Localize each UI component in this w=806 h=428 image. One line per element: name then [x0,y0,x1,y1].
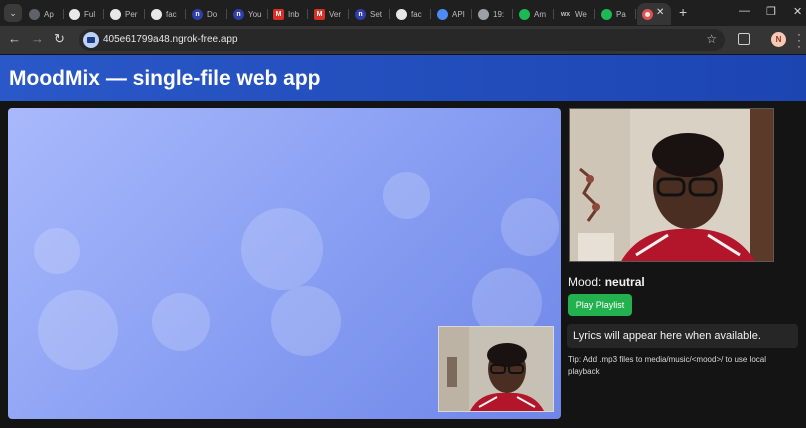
browser-tab[interactable]: Am [514,3,554,25]
browser-tab-strip: ⌄ Ap Ful Per fac n Do n You M Inb M Ver n Set… [0,0,806,26]
webcam-preview-small [438,326,554,412]
reload-icon[interactable]: ↻ [54,32,65,46]
n-icon: n [233,8,244,20]
browser-tab[interactable]: Pa [596,3,636,25]
extensions-icon[interactable] [738,33,750,45]
gmail-icon: M [273,8,284,20]
browser-tab[interactable]: n Set [350,3,390,25]
spotify-icon [519,8,530,20]
browser-tab[interactable]: n Do [187,3,227,25]
site-info-icon[interactable] [83,32,99,48]
play-playlist-button[interactable]: Play Playlist [568,294,632,316]
bubble-decoration [38,290,118,370]
forward-icon[interactable]: → [31,32,44,46]
address-bar[interactable]: 405e61799a48.ngrok-free.app ☆ [79,29,725,51]
github-icon [396,8,407,20]
lyrics-panel: Lyrics will appear here when available. [567,324,798,348]
browser-tab-active[interactable] [637,3,671,25]
bubble-decoration [271,286,341,356]
tab-search-chevron-icon[interactable]: ⌄ [4,4,22,22]
browser-tab[interactable]: API [432,3,472,25]
webcam-feed [569,108,774,262]
app-header: MoodMix — single-file web app [0,55,806,101]
spotify-icon [601,8,612,20]
person-image [570,109,773,261]
visualizer-stage [8,108,561,419]
globe-icon [29,8,40,20]
bubble-decoration [34,228,80,274]
page-title: MoodMix — single-file web app [9,67,321,90]
github-icon [69,8,80,20]
restore-icon[interactable]: ❐ [766,5,776,18]
mood-label: Mood: [568,275,602,289]
close-window-icon[interactable]: ✕ [793,5,802,18]
browser-toolbar: ← → ↻ 405e61799a48.ngrok-free.app ☆ N · ·… [0,26,806,54]
bubble-decoration [501,198,559,256]
bubble-decoration [383,172,430,219]
browser-tab[interactable]: wx We [555,3,595,25]
n-icon: n [355,8,366,20]
browser-tab[interactable]: Ap [24,3,64,25]
back-icon[interactable]: ← [8,32,21,46]
mood-value: neutral [604,275,645,289]
record-icon [642,8,653,20]
mood-display: Mood: neutral [568,275,645,289]
browser-tab[interactable]: Per [105,3,145,25]
gmail-icon: M [314,8,325,20]
new-tab-icon[interactable]: + [679,4,687,20]
bubble-decoration [241,208,323,290]
browser-tab[interactable]: fac [146,3,186,25]
person-image [439,327,553,411]
menu-icon[interactable]: · · · [797,28,801,52]
url-text: 405e61799a48.ngrok-free.app [103,34,238,45]
close-tab-icon[interactable]: ✕ [656,7,664,18]
profile-avatar[interactable]: N [771,32,786,47]
minimize-icon[interactable]: — [739,5,750,17]
bookmark-star-icon[interactable]: ☆ [706,32,717,46]
browser-tab[interactable]: n You [228,3,268,25]
browser-tab[interactable]: fac [391,3,431,25]
browser-tab[interactable]: Ful [64,3,104,25]
github-icon [110,8,121,20]
bubble-decoration [152,293,210,351]
browser-tab[interactable]: M Inb [268,3,308,25]
wix-icon: wx [560,10,571,18]
globe-icon [478,8,489,20]
browser-tab[interactable]: M Ver [309,3,349,25]
browser-tab[interactable]: 19: [473,3,513,25]
tip-text: Tip: Add .mp3 files to media/music/<mood… [568,355,767,376]
github-icon [151,8,162,20]
api-icon [437,8,448,20]
n-icon: n [192,8,203,20]
